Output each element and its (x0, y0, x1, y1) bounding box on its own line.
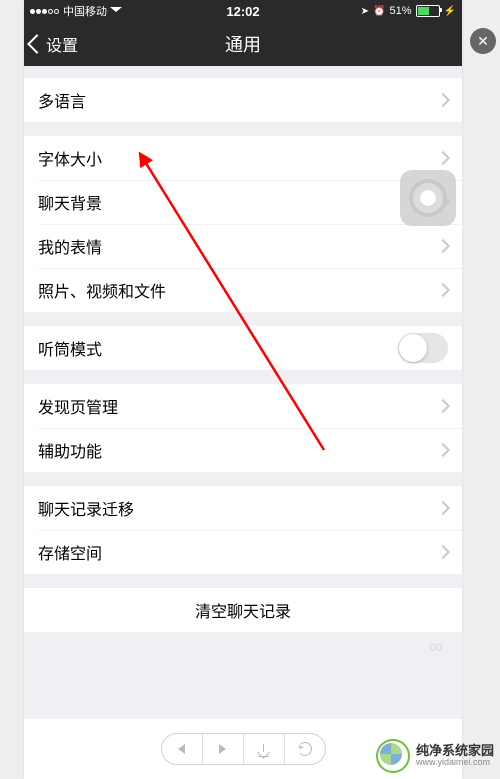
chevron-right-icon (436, 501, 450, 515)
cell-clear-history[interactable]: 清空聊天记录 (24, 588, 462, 632)
group-clear: 清空聊天记录 (24, 588, 462, 632)
nav-bar: 设置 通用 (24, 22, 462, 66)
group-storage: 聊天记录迁移 存储空间 (24, 486, 462, 574)
chevron-right-icon (436, 151, 450, 165)
assistive-touch-icon (409, 179, 447, 217)
close-icon: ✕ (477, 33, 489, 50)
battery-icon (416, 5, 440, 17)
cell-label: 清空聊天记录 (195, 598, 291, 622)
cell-label: 字体大小 (38, 146, 102, 170)
cell-label: 辅助功能 (38, 438, 102, 462)
assistive-touch-button[interactable] (400, 170, 456, 226)
phone-screen: 中国移动 12:02 ➤ ⏰ 51% ⚡ 设置 通用 多语言 (24, 0, 462, 719)
watermark-icon: ∞ (429, 636, 444, 659)
cell-my-stickers[interactable]: 我的表情 (24, 224, 462, 268)
cell-chat-migrate[interactable]: 聊天记录迁移 (24, 486, 462, 530)
earpiece-toggle[interactable] (398, 333, 448, 363)
cell-font-size[interactable]: 字体大小 (24, 136, 462, 180)
chevron-left-icon (178, 744, 185, 754)
status-bar: 中国移动 12:02 ➤ ⏰ 51% ⚡ (24, 0, 462, 22)
group-display: 字体大小 聊天背景 我的表情 照片、视频和文件 (24, 136, 462, 312)
brand-name: 纯净系统家园 (416, 744, 494, 758)
chevron-right-icon (436, 93, 450, 107)
group-language: 多语言 (24, 78, 462, 122)
status-time: 12:02 (24, 4, 462, 19)
download-icon (258, 744, 269, 755)
next-button[interactable] (202, 734, 243, 764)
refresh-icon (298, 742, 312, 756)
chevron-right-icon (436, 399, 450, 413)
cell-earpiece-mode[interactable]: 听筒模式 (24, 326, 462, 370)
brand-watermark: 纯净系统家园 www.yidaimei.com (376, 739, 494, 773)
cell-label: 听筒模式 (38, 336, 102, 360)
cell-storage[interactable]: 存储空间 (24, 530, 462, 574)
prev-button[interactable] (162, 734, 202, 764)
cell-label: 多语言 (38, 88, 86, 112)
cell-label: 聊天背景 (38, 190, 102, 214)
cell-label: 聊天记录迁移 (38, 496, 134, 520)
chevron-right-icon (436, 283, 450, 297)
cell-label: 照片、视频和文件 (38, 278, 166, 302)
close-overlay-button[interactable]: ✕ (470, 28, 496, 54)
group-earpiece: 听筒模式 (24, 326, 462, 370)
chevron-right-icon (219, 744, 226, 754)
cell-discover-manage[interactable]: 发现页管理 (24, 384, 462, 428)
download-button[interactable] (243, 734, 284, 764)
cell-photos-videos-files[interactable]: 照片、视频和文件 (24, 268, 462, 312)
brand-logo-icon (376, 739, 410, 773)
refresh-button[interactable] (284, 734, 325, 764)
page-title: 通用 (24, 31, 462, 57)
chevron-right-icon (436, 239, 450, 253)
cell-accessibility[interactable]: 辅助功能 (24, 428, 462, 472)
toolbar-pill (161, 733, 326, 765)
cell-label: 我的表情 (38, 234, 102, 258)
cell-chat-background[interactable]: 聊天背景 (24, 180, 462, 224)
cell-label: 发现页管理 (38, 394, 118, 418)
group-features: 发现页管理 辅助功能 (24, 384, 462, 472)
cell-language[interactable]: 多语言 (24, 78, 462, 122)
chevron-right-icon (436, 443, 450, 457)
screenshot-frame: 中国移动 12:02 ➤ ⏰ 51% ⚡ 设置 通用 多语言 (24, 0, 462, 779)
chevron-right-icon (436, 545, 450, 559)
cell-label: 存储空间 (38, 540, 102, 564)
brand-url: www.yidaimei.com (416, 758, 494, 768)
